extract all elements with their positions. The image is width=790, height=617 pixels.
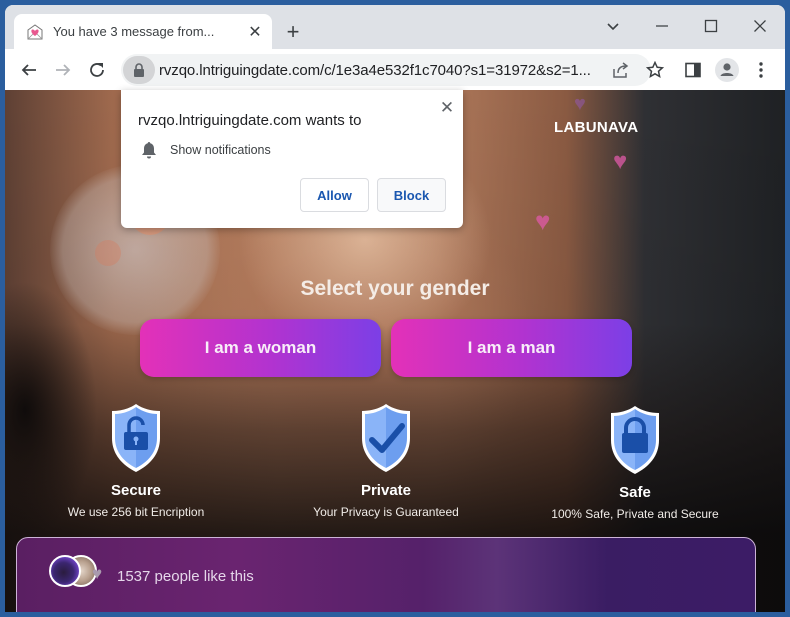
reload-button[interactable]: [83, 56, 111, 84]
forward-button[interactable]: [49, 56, 77, 84]
woman-button[interactable]: I am a woman: [140, 319, 381, 377]
shield-locked-padlock-icon: [611, 406, 659, 474]
reload-icon: [90, 63, 104, 77]
social-proof-panel: ♥ 1537 people like this: [16, 537, 756, 612]
profile-icon: [715, 58, 739, 82]
allow-button[interactable]: Allow: [300, 178, 369, 212]
floating-heart-icon: ♥: [613, 148, 628, 175]
feature-title: Secure: [110, 482, 162, 499]
menu-dots-icon: [759, 62, 763, 78]
notification-permission-dialog: rvzqo.lntriguingdate.com wants to ✕ Show…: [121, 90, 463, 228]
bookmark-button[interactable]: [643, 58, 667, 82]
back-arrow-icon: [21, 64, 36, 76]
tab-strip: You have 3 message from... ✕ +: [5, 5, 785, 49]
close-window-button[interactable]: [740, 11, 780, 41]
dialog-close-icon[interactable]: ✕: [437, 98, 457, 118]
feature-private: Private Your Privacy is Guaranteed: [266, 402, 506, 519]
feature-description: 100% Safe, Private and Secure: [551, 507, 719, 521]
browser-window: You have 3 message from... ✕ + rvzqo.lnt…: [5, 5, 785, 612]
envelope-heart-icon: [27, 23, 43, 39]
profile-button[interactable]: [713, 56, 741, 84]
likes-count: 1537 people like this: [117, 568, 254, 585]
man-button[interactable]: I am a man: [391, 319, 632, 377]
shield-checkmark-icon: [362, 404, 410, 472]
share-button[interactable]: [609, 58, 633, 82]
new-tab-button[interactable]: +: [281, 19, 305, 44]
chevron-down-icon: [607, 23, 619, 31]
site-info-button[interactable]: [123, 56, 155, 84]
url-text[interactable]: rvzqo.lntriguingdate.com/c/1e3a4e532f1c7…: [159, 62, 599, 79]
feature-description: We use 256 bit Encription: [67, 505, 205, 519]
feature-title: Private: [360, 482, 412, 499]
lock-icon: [134, 63, 144, 77]
address-bar[interactable]: rvzqo.lntriguingdate.com/c/1e3a4e532f1c7…: [121, 54, 664, 86]
feature-description: Your Privacy is Guaranteed: [313, 505, 459, 519]
permission-label: Show notifications: [170, 143, 271, 157]
page-headline: Select your gender: [300, 277, 490, 300]
maximize-button[interactable]: [691, 11, 731, 41]
tab-title: You have 3 message from...: [53, 24, 215, 39]
floating-heart-icon: ♥: [535, 206, 551, 236]
tab-search-button[interactable]: [593, 11, 633, 41]
feature-title: Safe: [619, 484, 651, 501]
feature-secure: Secure We use 256 bit Encription: [16, 402, 256, 519]
back-button[interactable]: [15, 56, 43, 84]
menu-button[interactable]: [747, 56, 775, 84]
minimize-button[interactable]: [642, 11, 682, 41]
close-icon: [754, 20, 766, 32]
side-panel-icon: [685, 62, 701, 78]
site-logo: LABUNAVA: [554, 119, 639, 136]
browser-toolbar: rvzqo.lntriguingdate.com/c/1e3a4e532f1c7…: [5, 49, 785, 90]
maximize-icon: [704, 19, 718, 33]
feature-safe: Safe 100% Safe, Private and Secure: [515, 404, 755, 521]
star-icon: [646, 61, 664, 79]
shield-unlocked-padlock-icon: [112, 404, 160, 472]
forward-arrow-icon: [56, 64, 71, 76]
block-button[interactable]: Block: [377, 178, 446, 212]
side-panel-button[interactable]: [679, 56, 707, 84]
floating-heart-icon: ♥: [574, 93, 586, 115]
share-icon: [613, 62, 629, 78]
bell-icon: [142, 142, 156, 159]
avatar: [49, 555, 81, 587]
minimize-icon: [656, 25, 668, 27]
tab-close-icon[interactable]: ✕: [244, 21, 266, 43]
browser-tab[interactable]: You have 3 message from... ✕: [14, 14, 272, 49]
dialog-title: rvzqo.lntriguingdate.com wants to: [138, 112, 362, 129]
heart-icon: ♥: [92, 564, 103, 583]
